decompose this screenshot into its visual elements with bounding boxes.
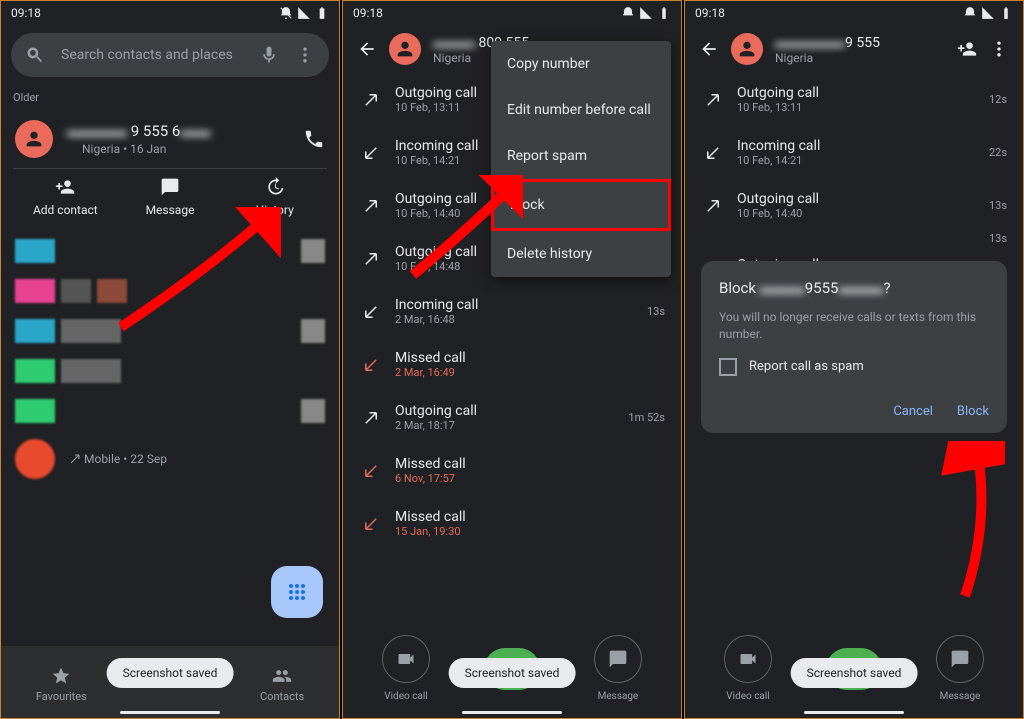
- more-icon[interactable]: [295, 45, 315, 65]
- back-icon[interactable]: [357, 39, 377, 59]
- dialog-title: Block ▬▬▬9555▬▬▬?: [719, 279, 989, 297]
- call-row[interactable]: Missed call15 Jan, 19:30: [351, 497, 673, 550]
- menu-report-spam[interactable]: Report spam: [491, 133, 671, 179]
- screenshot-toast: Screenshot saved: [791, 658, 918, 688]
- call-direction-icon: [701, 197, 725, 215]
- call-row[interactable]: Outgoing call10 Feb, 14:40 13s: [693, 179, 1015, 232]
- call-direction-icon: [359, 356, 383, 374]
- message-button[interactable]: Message: [118, 177, 223, 217]
- status-bar: 09:18: [343, 1, 681, 25]
- mic-icon[interactable]: [259, 45, 279, 65]
- menu-edit-number[interactable]: Edit number before call: [491, 87, 671, 133]
- dialog-body: You will no longer receive calls or text…: [719, 309, 989, 344]
- clock: 09:18: [695, 6, 725, 20]
- clock: 09:18: [11, 6, 41, 20]
- gesture-bar: [462, 711, 562, 714]
- call-row[interactable]: Outgoing call2 Mar, 18:17 1m 52s: [351, 391, 673, 444]
- dialpad-fab[interactable]: [271, 566, 323, 618]
- back-icon[interactable]: [699, 39, 719, 59]
- section-older: Older: [1, 85, 339, 110]
- screenshot-toast: Screenshot saved: [449, 658, 576, 688]
- screen-call-history: 09:18 ▬▬▬ 809 555 Nigeria Outgoing call1…: [342, 0, 682, 719]
- screen-block-dialog: 09:18 ▬▬▬▬▬9 555 Nigeria Outgoing call10…: [684, 0, 1024, 719]
- context-menu: Copy number Edit number before call Repo…: [491, 41, 671, 277]
- call-direction-icon: [359, 462, 383, 480]
- block-dialog: Block ▬▬▬9555▬▬▬? You will no longer rec…: [701, 261, 1007, 433]
- call-row[interactable]: Missed call2 Mar, 16:49: [351, 338, 673, 391]
- call-direction-icon: [701, 144, 725, 162]
- video-call-button[interactable]: [724, 635, 772, 683]
- nav-contacts[interactable]: Contacts: [260, 666, 304, 703]
- call-direction-icon: [359, 144, 383, 162]
- menu-delete-history[interactable]: Delete history: [491, 231, 671, 277]
- dnd-icon: [279, 6, 293, 20]
- call-direction-icon: [359, 91, 383, 109]
- call-direction-icon: [359, 409, 383, 427]
- contact-info: ▬▬▬▬ 9 555 6▬▬ Nigeria • 16 Jan: [67, 122, 289, 156]
- add-contact-button[interactable]: Add contact: [13, 177, 118, 217]
- spam-checkbox[interactable]: Report call as spam: [719, 358, 989, 376]
- block-button[interactable]: Block: [957, 404, 989, 419]
- message-button[interactable]: [594, 635, 642, 683]
- list-item[interactable]: Mobile • 22 Sep: [1, 431, 339, 487]
- video-call-button[interactable]: [382, 635, 430, 683]
- call-direction-icon: [359, 303, 383, 321]
- history-button[interactable]: History: [222, 177, 327, 217]
- gesture-bar: [804, 711, 904, 714]
- call-list: Outgoing call10 Feb, 13:11 12s Incoming …: [685, 73, 1023, 232]
- call-icon[interactable]: [303, 128, 325, 150]
- battery-icon: [315, 6, 329, 20]
- dnd-icon: [963, 6, 977, 20]
- contact-actions: Add contact Message History: [13, 168, 327, 227]
- more-icon[interactable]: [989, 39, 1009, 59]
- call-row[interactable]: Outgoing call10 Feb, 13:11 12s: [693, 73, 1015, 126]
- contacts-list: Mobile • 22 Sep: [1, 231, 339, 487]
- annotation-arrow: [935, 441, 1005, 601]
- message-button[interactable]: [936, 635, 984, 683]
- checkbox-icon: [719, 358, 737, 376]
- battery-icon: [999, 6, 1013, 20]
- search-bar[interactable]: Search contacts and places: [11, 33, 329, 77]
- signal-icon: [639, 6, 653, 20]
- battery-icon: [657, 6, 671, 20]
- signal-icon: [981, 6, 995, 20]
- clock: 09:18: [353, 6, 383, 20]
- menu-copy-number[interactable]: Copy number: [491, 41, 671, 87]
- status-icons: [279, 6, 329, 20]
- history-header: ▬▬▬▬▬9 555 Nigeria: [685, 25, 1023, 73]
- search-icon: [25, 45, 45, 65]
- avatar: [389, 33, 421, 65]
- screen-recents: 09:18 Search contacts and places Older ▬…: [0, 0, 340, 719]
- avatar: [15, 120, 53, 158]
- signal-icon: [297, 6, 311, 20]
- menu-block[interactable]: Block: [491, 179, 671, 231]
- avatar: [731, 33, 763, 65]
- cancel-button[interactable]: Cancel: [893, 404, 933, 419]
- call-row[interactable]: Missed call6 Nov, 17:57: [351, 444, 673, 497]
- search-placeholder: Search contacts and places: [61, 47, 243, 63]
- add-contact-icon[interactable]: [957, 39, 977, 59]
- dnd-icon: [621, 6, 635, 20]
- contact-card[interactable]: ▬▬▬▬ 9 555 6▬▬ Nigeria • 16 Jan: [1, 110, 339, 168]
- call-row[interactable]: Incoming call10 Feb, 14:21 22s: [693, 126, 1015, 179]
- status-bar: 09:18: [685, 1, 1023, 25]
- call-direction-icon: [359, 197, 383, 215]
- status-bar: 09:18: [1, 1, 339, 25]
- screenshot-toast: Screenshot saved: [107, 658, 234, 688]
- call-direction-icon: [359, 515, 383, 533]
- call-direction-icon: [701, 91, 725, 109]
- gesture-bar: [120, 711, 220, 714]
- call-row[interactable]: Incoming call2 Mar, 16:48 13s: [351, 285, 673, 338]
- call-direction-icon: [359, 250, 383, 268]
- nav-favourites[interactable]: Favourites: [36, 666, 87, 703]
